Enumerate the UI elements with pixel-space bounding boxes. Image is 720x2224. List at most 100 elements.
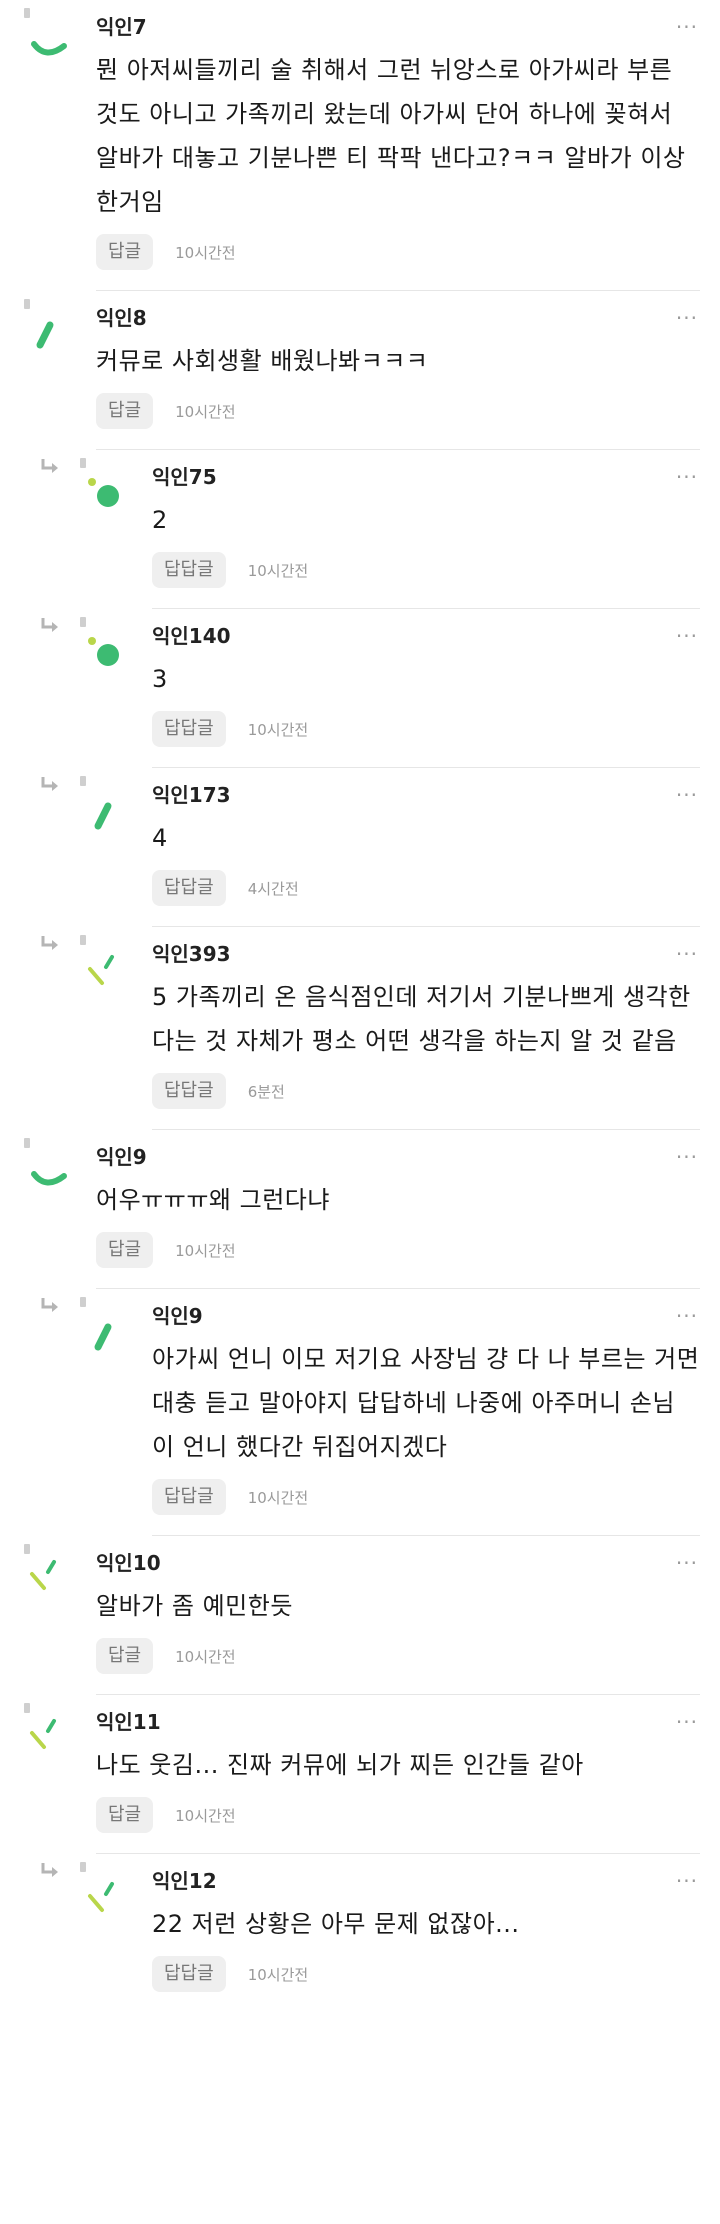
comment-item: 익인8 ··· 커뮤로 사회생활 배웠나봐ㅋㅋㅋ 답글 10시간전 [0,291,720,450]
comment-body: 뭔 아저씨들끼리 술 취해서 그런 뉘앙스로 아가씨라 부른것도 아니고 가족끼… [96,48,700,224]
reply-item: 익인12 ··· 22 저런 상황은 아무 문제 없잖아... 답답글 10시간전 [0,1854,720,1992]
reply-arrow-icon [40,776,60,794]
avatar[interactable] [84,1309,132,1357]
reply-arrow-icon [40,458,60,476]
reply-button[interactable]: 답답글 [152,552,226,588]
comment-actions: 답답글 10시간전 [152,711,700,747]
comment-list: 익인7 ··· 뭔 아저씨들끼리 술 취해서 그런 뉘앙스로 아가씨라 부른 것도 아… [0,0,720,1992]
avatar[interactable] [84,1874,132,1922]
author-name[interactable]: 익인173 [152,778,700,810]
comment-actions: 답답글 10시간전 [152,1479,700,1515]
author-name[interactable]: 익인9 [152,1299,700,1331]
author-name[interactable]: 익인140 [152,619,700,651]
more-options-button[interactable]: ··· [676,944,698,964]
badge-dot-icon [80,617,86,627]
reply-item: 익인75 ··· 2 답답글 10시간전 [0,450,720,609]
more-options-button[interactable]: ··· [676,17,698,37]
comment-line: 이 언니 했다간 뒤집어지겠다 [152,1433,448,1461]
author-name[interactable]: 익인75 [152,460,700,492]
reply-button[interactable]: 답글 [96,393,154,429]
comment-line: 다는 것 자체가 평소 어떤 생각을 하는지 알 것 같음 [152,1027,677,1055]
author-name[interactable]: 익인12 [152,1864,700,1896]
badge-dot-icon [80,458,86,468]
reply-button[interactable]: 답글 [96,1232,154,1268]
avatar[interactable] [26,1146,74,1194]
timestamp: 10시간전 [175,1806,236,1825]
more-options-button[interactable]: ··· [676,308,698,328]
comment-line: 어우ㅠㅠㅠ왜 그런다냐 [96,1186,330,1214]
more-options-button[interactable]: ··· [676,1553,698,1573]
more-options-button[interactable]: ··· [676,1306,698,1326]
author-name[interactable]: 익인11 [96,1705,700,1737]
timestamp: 10시간전 [247,720,309,739]
more-options-button[interactable]: ··· [676,467,698,487]
comment-content: 익인8 ··· 커뮤로 사회생활 배웠나봐ㅋㅋㅋ 답글 10시간전 [96,301,700,450]
badge-dot-icon [80,1297,86,1307]
comment-content: 익인140 ··· 3 답답글 10시간전 [152,619,700,768]
reply-button[interactable]: 답답글 [152,1479,226,1515]
comment-item: 익인10 ··· 알바가 좀 예민한듯 답글 10시간전 [0,1536,720,1695]
comment-content: 익인11 ··· 나도 웃김... 진짜 커뮤에 뇌가 찌든 인간들 같아답글 10시… [96,1705,700,1854]
avatar[interactable] [26,1552,74,1600]
avatar[interactable] [84,629,132,677]
author-name[interactable]: 익인9 [96,1140,700,1172]
avatar[interactable] [26,307,74,355]
comment-content: 익인10 ··· 알바가 좀 예민한듯 답글 10시간전 [96,1546,700,1695]
comment-actions: 답글 10시간전 [96,1797,700,1833]
comment-line: 뭔 아저씨들끼리 술 취해서 그런 뉘앙스로 아가씨라 부른 [96,56,673,84]
timestamp: 10시간전 [247,1488,309,1507]
reply-item: 익인393 ··· 5 가족끼리 온 음식점인데 저기서 기분나쁘게 생각한다는 것… [0,927,720,1130]
comment-item: 익인7 ··· 뭔 아저씨들끼리 술 취해서 그런 뉘앙스로 아가씨라 부른것도 아… [0,0,720,291]
comment-actions: 답답글 6분전 [152,1073,700,1109]
comment-line: 것도 아니고 가족끼리 왔는데 아가씨 단어 하나에 꽂혀서 [96,100,673,128]
reply-arrow-icon [40,1862,60,1880]
more-options-button[interactable]: ··· [676,1147,698,1167]
author-name[interactable]: 익인10 [96,1546,700,1578]
comment-content: 익인173 ··· 4 답답글 4시간전 [152,778,700,927]
timestamp: 10시간전 [175,402,236,421]
comment-body: 2 [152,498,700,542]
reply-button[interactable]: 답답글 [152,1073,226,1109]
author-name[interactable]: 익인8 [96,301,700,333]
comment-content: 익인393 ··· 5 가족끼리 온 음식점인데 저기서 기분나쁘게 생각한다는 것… [152,937,700,1130]
reply-button[interactable]: 답글 [96,1638,154,1674]
more-options-button[interactable]: ··· [676,1712,698,1732]
reply-arrow-icon [40,1297,60,1315]
comment-body: 나도 웃김... 진짜 커뮤에 뇌가 찌든 인간들 같아 [96,1743,700,1787]
reply-item: 익인140 ··· 3 답답글 10시간전 [0,609,720,768]
author-name[interactable]: 익인7 [96,10,700,42]
timestamp: 10시간전 [247,1965,309,1984]
avatar[interactable] [84,788,132,836]
comment-actions: 답글 10시간전 [96,393,700,429]
comment-line: 커뮤로 사회생활 배웠나봐ㅋㅋㅋ [96,347,429,375]
reply-button[interactable]: 답글 [96,234,154,270]
reply-button[interactable]: 답글 [96,1797,154,1833]
timestamp: 6분전 [247,1082,285,1101]
reply-button[interactable]: 답답글 [152,711,226,747]
comment-line: 한거임 [96,188,164,216]
timestamp: 10시간전 [175,243,236,262]
comment-content: 익인9 ··· 아가씨 언니 이모 저기요 사장님 걍 다 나 부르는 거면 대충 듣… [152,1299,700,1536]
comment-line: 5 가족끼리 온 음식점인데 저기서 기분나쁘게 생각한 [152,983,691,1011]
more-options-button[interactable]: ··· [676,626,698,646]
comment-body: 커뮤로 사회생활 배웠나봐ㅋㅋㅋ [96,339,700,383]
reply-button[interactable]: 답답글 [152,870,226,906]
reply-arrow-icon [40,935,60,953]
reply-item: 익인173 ··· 4 답답글 4시간전 [0,768,720,927]
reply-arrow-icon [40,617,60,635]
more-options-button[interactable]: ··· [676,1871,698,1891]
avatar[interactable] [84,947,132,995]
comment-body: 5 가족끼리 온 음식점인데 저기서 기분나쁘게 생각한다는 것 자체가 평소 … [152,975,700,1063]
avatar[interactable] [26,16,74,64]
comment-line: 4 [152,824,168,852]
more-options-button[interactable]: ··· [676,785,698,805]
author-name[interactable]: 익인393 [152,937,700,969]
comment-line: 3 [152,665,168,693]
avatar[interactable] [26,1711,74,1759]
comment-actions: 답글 10시간전 [96,1638,700,1674]
comment-line: 22 저런 상황은 아무 문제 없잖아... [152,1910,520,1938]
comment-actions: 답글 10시간전 [96,234,700,270]
comment-body: 아가씨 언니 이모 저기요 사장님 걍 다 나 부르는 거면 대충 듣고 말아야지… [152,1337,700,1469]
reply-button[interactable]: 답답글 [152,1956,226,1992]
avatar[interactable] [84,470,132,518]
